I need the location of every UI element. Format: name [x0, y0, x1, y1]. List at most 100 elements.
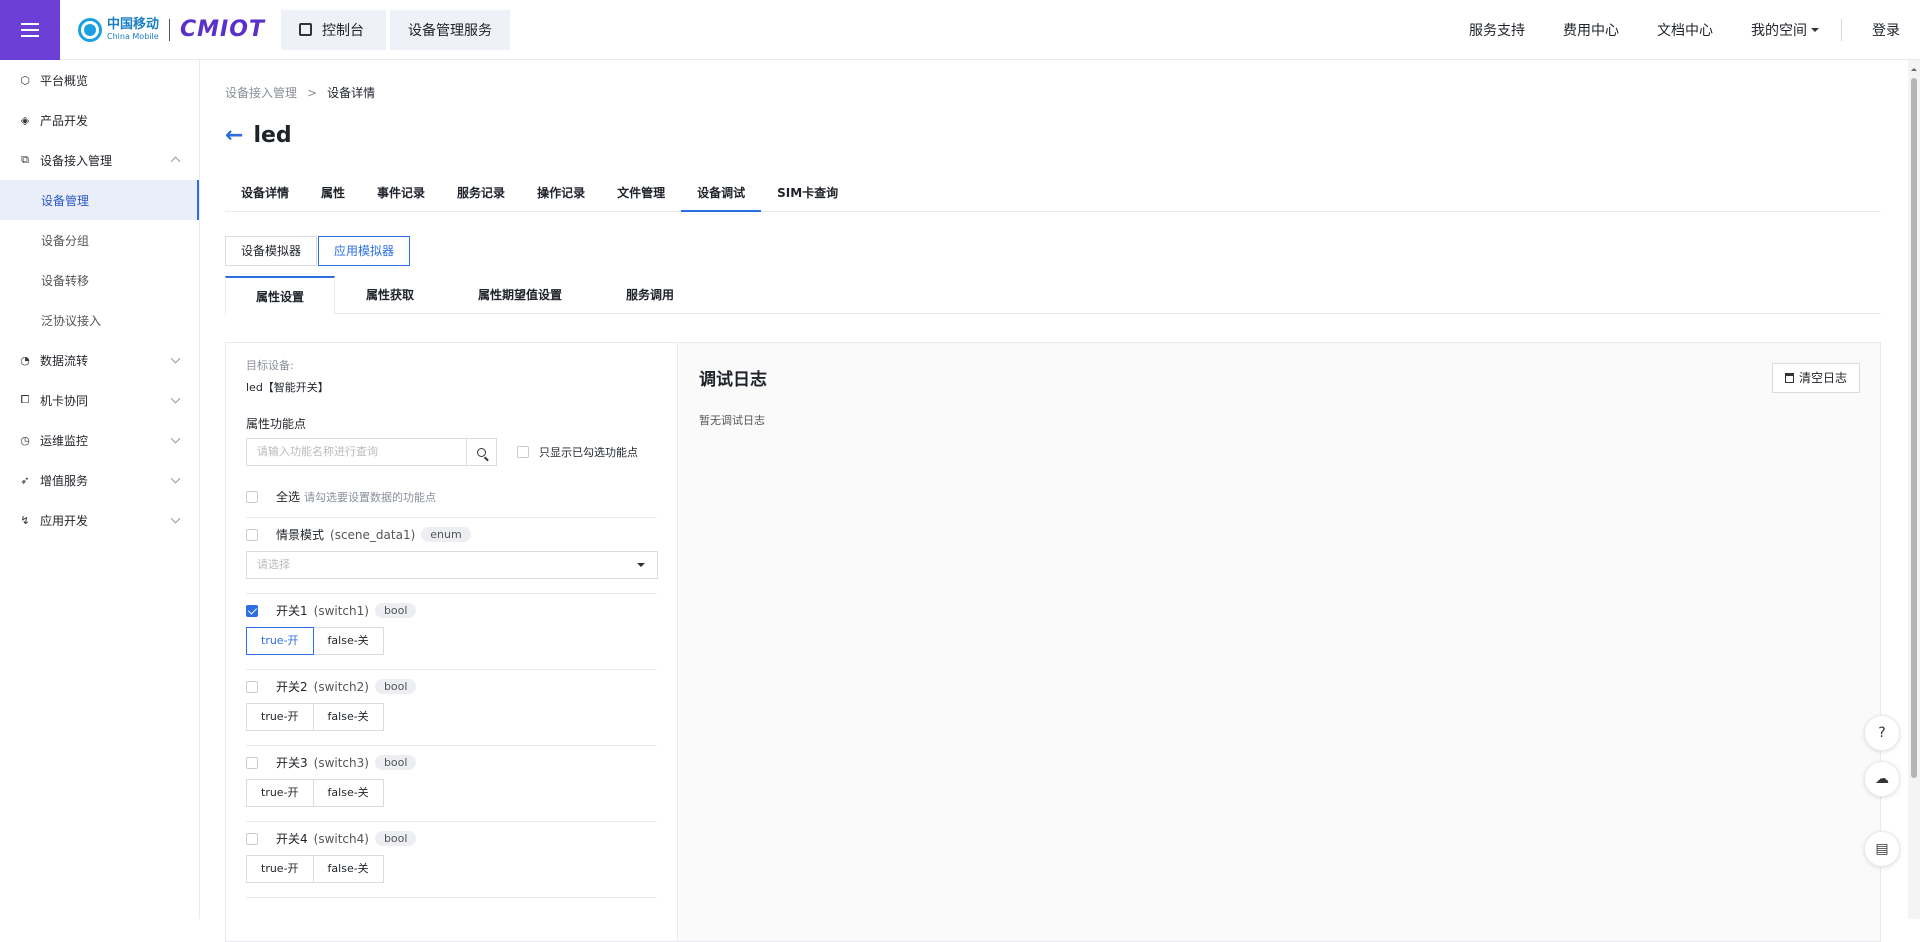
search-button[interactable] — [467, 438, 497, 466]
switch3-false-button[interactable]: false-关 — [313, 779, 384, 807]
scroll-up-icon[interactable] — [1911, 65, 1917, 71]
subtab-property-set[interactable]: 属性设置 — [225, 276, 335, 315]
link-billing[interactable]: 费用中心 — [1563, 20, 1619, 40]
switch2-true-button[interactable]: true-开 — [246, 703, 314, 731]
sidebar-item-card[interactable]: ⧠ 机卡协同 — [0, 380, 199, 420]
flow-icon: ◔ — [20, 353, 30, 367]
switch3-type-tag: bool — [374, 755, 417, 770]
debug-log-panel: 调试日志 暂无调试日志 清空日志 — [679, 343, 1880, 941]
logo-divider — [169, 18, 171, 41]
chevron-down-icon — [170, 473, 181, 484]
switch1-false-button[interactable]: false-关 — [313, 627, 384, 655]
switch2-false-button[interactable]: false-关 — [313, 703, 384, 731]
console-tab[interactable]: 控制台 — [280, 9, 386, 50]
app-simulator-button[interactable]: 应用模拟器 — [318, 236, 411, 266]
login-link[interactable]: 登录 — [1872, 20, 1900, 40]
menu-toggle-button[interactable] — [0, 0, 60, 60]
tab-service-log[interactable]: 服务记录 — [441, 174, 521, 212]
sidebar-item-device-access[interactable]: ⧉ 设备接入管理 — [0, 140, 199, 180]
feature-label: 属性功能点 — [246, 417, 307, 431]
subtab-property-expect[interactable]: 属性期望值设置 — [445, 276, 595, 314]
scene-type-tag: enum — [421, 527, 471, 542]
link-support[interactable]: 服务支持 — [1469, 20, 1525, 40]
switch2-checkbox[interactable] — [246, 680, 258, 693]
message-icon: ▤ — [1875, 841, 1889, 857]
property-switch1: 开关1 (switch1) bool true-开 false-关 — [246, 594, 657, 670]
breadcrumb-current: 设备详情 — [327, 86, 376, 100]
scene-checkbox[interactable] — [246, 528, 258, 541]
clear-log-button[interactable]: 清空日志 — [1771, 363, 1860, 393]
page-scrollbar[interactable] — [1908, 60, 1920, 919]
send-icon: ➶ — [20, 473, 30, 487]
logo-cn: 中国移动 — [107, 17, 160, 32]
sidebar-sub-device-manage[interactable]: 设备管理 — [0, 180, 199, 220]
subtab-property-get[interactable]: 属性获取 — [335, 276, 445, 314]
sidebar-sub-device-transfer[interactable]: 设备转移 — [0, 260, 199, 300]
scene-select[interactable]: 请选择 — [246, 551, 658, 579]
subtab-service-call[interactable]: 服务调用 — [595, 276, 705, 314]
scroll-thumb[interactable] — [1911, 78, 1917, 778]
switch4-true-button[interactable]: true-开 — [246, 855, 314, 883]
caret-down-icon — [637, 563, 645, 571]
sidebar-item-app-dev[interactable]: ↯ 应用开发 — [0, 500, 199, 540]
feature-search-input[interactable]: 请输入功能名称进行查询 — [246, 438, 467, 466]
sidebar-item-value-added[interactable]: ➶ 增值服务 — [0, 460, 199, 500]
sidebar-sub-device-group[interactable]: 设备分组 — [0, 220, 199, 260]
log-title: 调试日志 — [699, 370, 767, 390]
tab-sim-query[interactable]: SIM卡查询 — [761, 174, 854, 212]
property-switch4: 开关4 (switch4) bool true-开 false-关 — [246, 822, 657, 898]
switch3-true-button[interactable]: true-开 — [246, 779, 314, 807]
only-selected-checkbox[interactable] — [517, 446, 529, 458]
top-bar: 中国移动 China Mobile CMIOT 控制台 设备管理服务 服务支持 … — [0, 0, 1920, 60]
tab-file-manage[interactable]: 文件管理 — [601, 174, 681, 212]
log-empty-text: 暂无调试日志 — [699, 414, 765, 427]
main-content: 设备接入管理 > 设备详情 ← led 设备详情 属性 事件记录 服务记录 操作记录… — [200, 60, 1920, 942]
device-simulator-button[interactable]: 设备模拟器 — [225, 236, 318, 266]
china-mobile-logo-icon — [78, 17, 102, 42]
switch1-checkbox[interactable] — [246, 604, 258, 617]
service-tab[interactable]: 设备管理服务 — [389, 9, 510, 50]
sidebar-sub-protocol[interactable]: 泛协议接入 — [0, 300, 199, 340]
switch3-checkbox[interactable] — [246, 756, 258, 769]
switch4-type-tag: bool — [374, 831, 417, 846]
chevron-down-icon — [170, 353, 181, 364]
tab-device-debug[interactable]: 设备调试 — [681, 174, 762, 212]
only-selected-toggle[interactable]: 只显示已勾选功能点 — [517, 444, 638, 460]
help-button[interactable]: ? — [1864, 715, 1900, 751]
sidebar-item-dataflow[interactable]: ◔ 数据流转 — [0, 340, 199, 380]
box-icon: ◈ — [20, 113, 30, 127]
switch4-checkbox[interactable] — [246, 832, 258, 845]
console-label: 控制台 — [321, 22, 364, 39]
app-icon: ↯ — [20, 513, 30, 527]
property-switch2: 开关2 (switch2) bool true-开 false-关 — [246, 670, 657, 746]
breadcrumb-parent[interactable]: 设备接入管理 — [225, 86, 297, 100]
search-row: 请输入功能名称进行查询 只显示已勾选功能点 — [246, 438, 657, 466]
property-scene: 情景模式 (scene_data1) enum 请选择 — [246, 518, 658, 594]
sidebar-item-overview[interactable]: ⬡ 平台概览 — [0, 60, 199, 100]
sidebar-item-monitor[interactable]: ◷ 运维监控 — [0, 420, 199, 460]
my-space-dropdown[interactable]: 我的空间 — [1751, 20, 1819, 40]
tab-device-detail[interactable]: 设备详情 — [225, 174, 305, 212]
tab-property[interactable]: 属性 — [305, 174, 361, 212]
cloud-button[interactable]: ☁ — [1864, 761, 1900, 797]
logo-brand: CMIOT — [180, 17, 265, 42]
switch4-false-button[interactable]: false-关 — [313, 855, 384, 883]
tab-event-log[interactable]: 事件记录 — [361, 174, 441, 212]
property-set-panel: 目标设备: led【智能开关】 属性功能点 请输入功能名称进行查询 只显示已勾选… — [226, 343, 678, 941]
chevron-down-icon — [170, 433, 181, 444]
logo[interactable]: 中国移动 China Mobile CMIOT — [78, 17, 265, 42]
chevron-down-icon — [170, 513, 181, 524]
select-all-checkbox[interactable] — [246, 490, 258, 503]
simulator-subtabs: 属性设置 属性获取 属性期望值设置 服务调用 — [225, 276, 1881, 315]
title-row: ← led — [225, 123, 292, 148]
target-device-label: 目标设备: — [246, 359, 294, 372]
sidebar-item-product[interactable]: ◈ 产品开发 — [0, 100, 199, 140]
switch2-type-tag: bool — [374, 679, 417, 694]
link-docs[interactable]: 文档中心 — [1657, 20, 1713, 40]
feedback-button[interactable]: ▤ — [1864, 831, 1900, 867]
switch1-true-button[interactable]: true-开 — [246, 627, 314, 655]
tab-operation-log[interactable]: 操作记录 — [521, 174, 601, 212]
sidebar: ⬡ 平台概览 ◈ 产品开发 ⧉ 设备接入管理 设备管理 设备分组 设备转移 泛协议接入… — [0, 60, 200, 919]
back-arrow-icon[interactable]: ← — [225, 124, 243, 147]
cube-icon: ⬡ — [20, 73, 30, 87]
